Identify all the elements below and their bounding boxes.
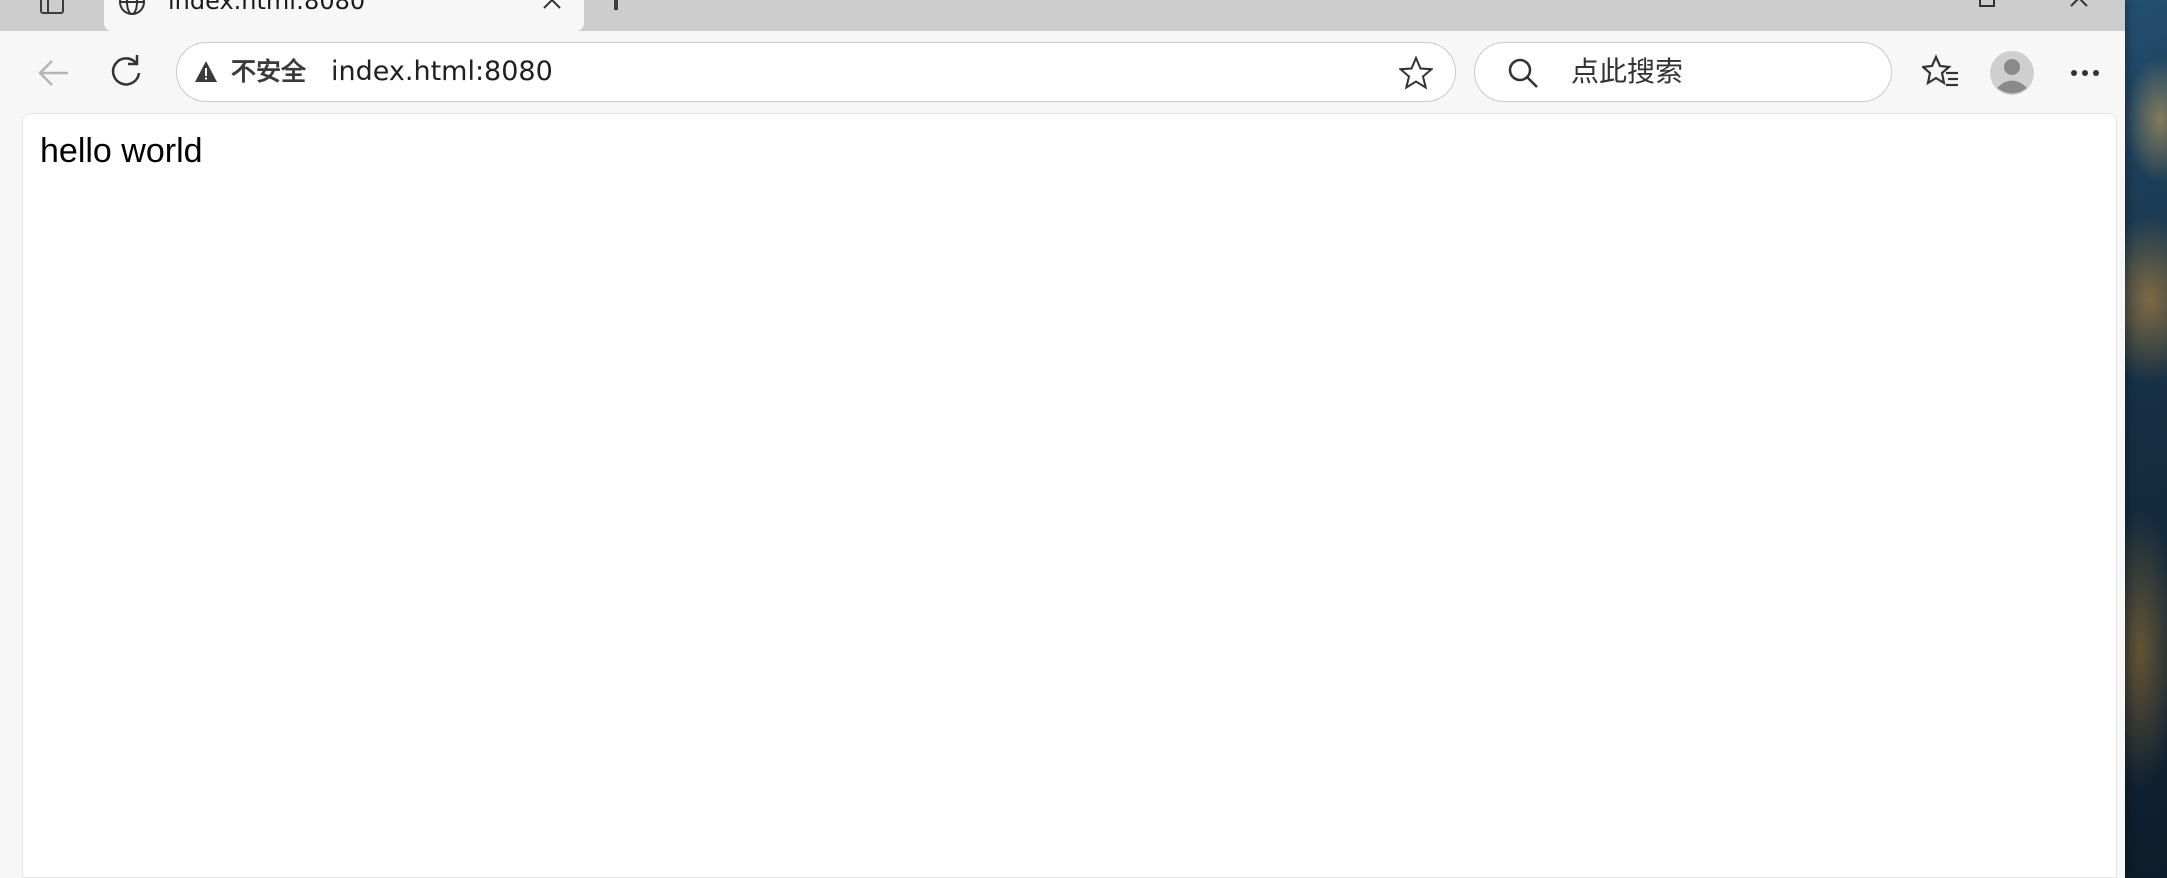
back-arrow-icon[interactable]: [36, 55, 72, 91]
tab-strip: index.html:8080: [0, 0, 2125, 31]
url-text[interactable]: index.html:8080: [331, 56, 553, 88]
search-placeholder: 点此搜索: [1571, 55, 1684, 88]
tab-title: index.html:8080: [168, 0, 366, 15]
page-body-text: hello world: [40, 132, 203, 170]
page-viewport[interactable]: hello world: [22, 113, 2117, 878]
browser-window: index.html:8080 不安全 index.html:8080 点此搜索…: [0, 0, 2125, 878]
profile-avatar-icon[interactable]: [1990, 51, 2034, 95]
address-bar[interactable]: 不安全 index.html:8080: [176, 42, 1456, 102]
globe-icon: [119, 0, 145, 15]
search-box[interactable]: 点此搜索: [1474, 42, 1892, 102]
tab-active[interactable]: index.html:8080: [104, 0, 584, 31]
refresh-icon[interactable]: [108, 53, 144, 89]
warning-icon[interactable]: [194, 60, 218, 84]
favorites-icon[interactable]: [1922, 54, 1960, 90]
close-icon[interactable]: [540, 0, 564, 12]
new-tab-icon[interactable]: [614, 0, 618, 10]
star-icon[interactable]: [1399, 56, 1433, 90]
browser-toolbar: 不安全 index.html:8080 点此搜索: [0, 31, 2125, 113]
search-icon: [1508, 58, 1538, 88]
sidebar-toggle-icon[interactable]: [40, 0, 64, 14]
restore-icon[interactable]: [1972, 0, 2002, 10]
security-label[interactable]: 不安全: [231, 56, 306, 88]
more-icon[interactable]: [2070, 69, 2100, 77]
window-close-icon[interactable]: [2064, 0, 2094, 10]
